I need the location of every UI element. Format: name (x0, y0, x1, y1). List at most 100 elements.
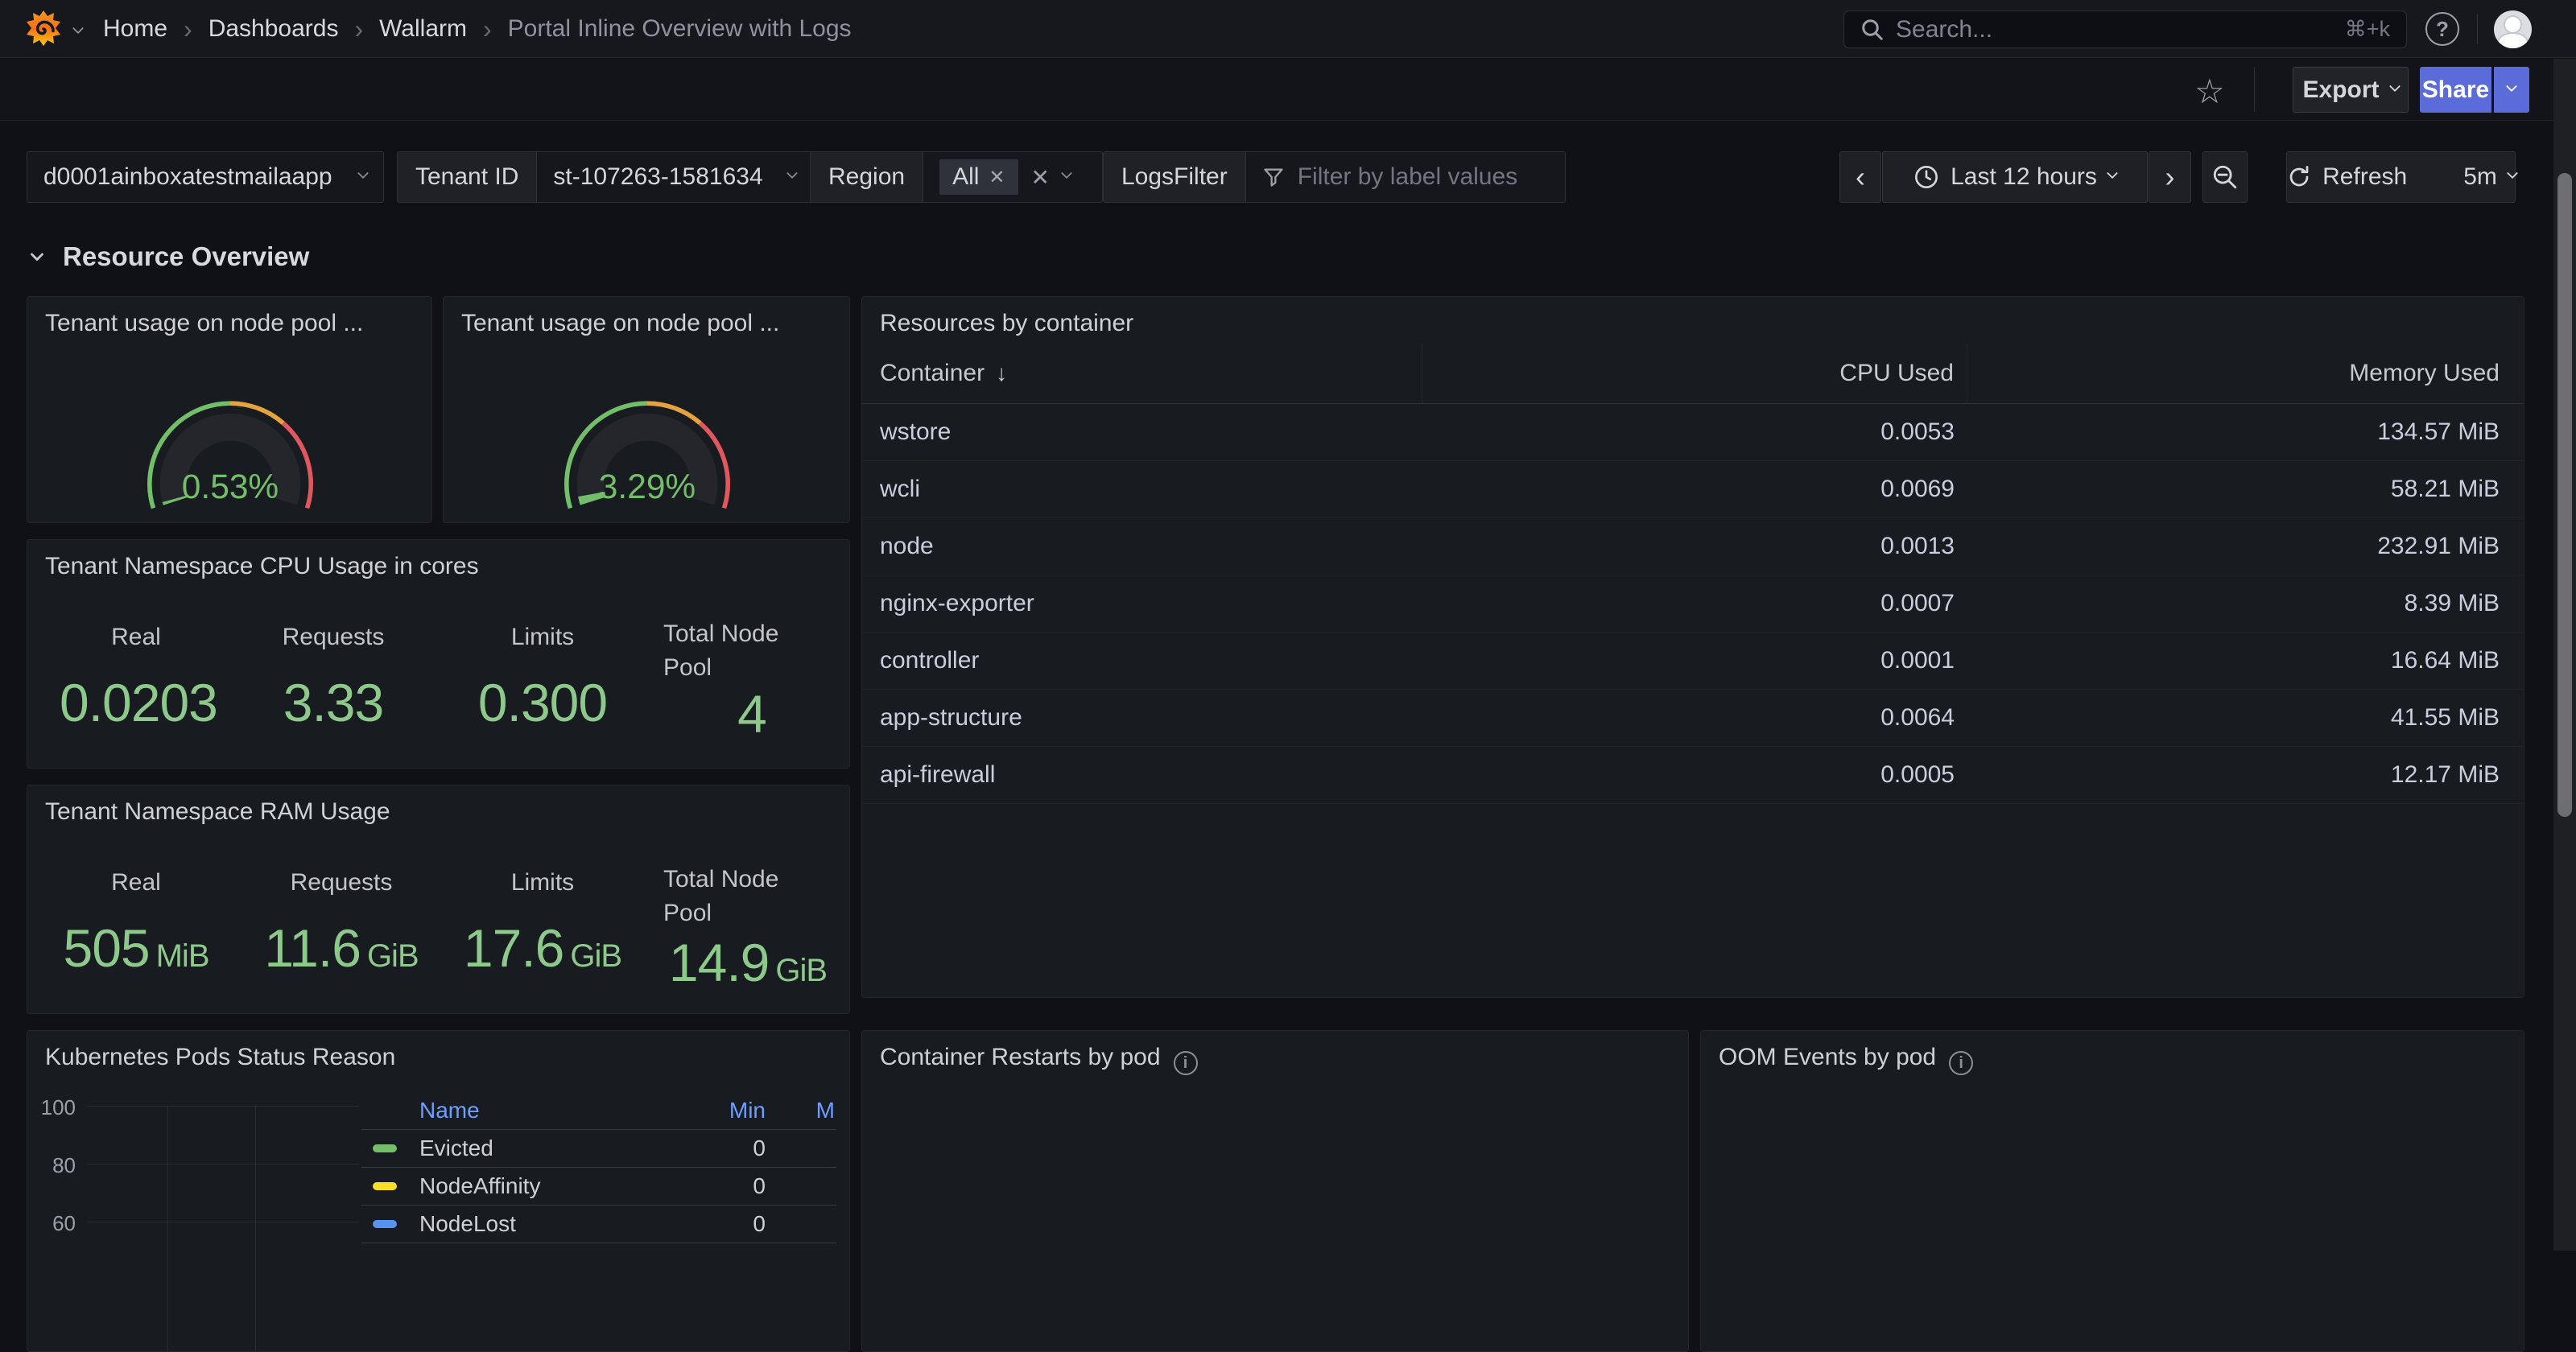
time-shift-back-button[interactable]: ‹ (1839, 151, 1881, 203)
help-icon[interactable]: ? (2425, 12, 2459, 46)
time-range-label: Last 12 hours (1951, 163, 2097, 191)
section-resource-overview[interactable]: Resource Overview (32, 241, 309, 272)
clock-icon (1913, 164, 1939, 190)
section-title: Resource Overview (63, 241, 309, 272)
search-icon (1860, 18, 1885, 42)
logs-filter-field[interactable] (1245, 151, 1566, 203)
time-range-picker[interactable]: Last 12 hours (1882, 151, 2148, 203)
time-shift-forward-button[interactable]: › (2149, 151, 2191, 203)
panel-title[interactable]: Container Restarts by podi (880, 1044, 1198, 1075)
panel-gauge-node-pool-2[interactable]: Tenant usage on node pool ... 3.29% (443, 296, 850, 523)
table-row[interactable]: wstore0.0053134.57 MiB (862, 404, 2524, 461)
region-dropdown[interactable]: All ✕ ✕ (923, 151, 1103, 203)
panel-cpu-usage[interactable]: Tenant Namespace CPU Usage in cores Real… (27, 539, 850, 769)
table-row[interactable]: controller0.000116.64 MiB (862, 633, 2524, 690)
collapse-chevron-icon (31, 248, 44, 262)
panel-title[interactable]: Tenant usage on node pool ... (45, 310, 363, 337)
gridline (167, 1106, 168, 1351)
breadcrumb-home[interactable]: Home (103, 15, 167, 43)
legend-header-name[interactable]: Name (361, 1098, 701, 1123)
breadcrumb: Home › Dashboards › Wallarm › Portal Inl… (103, 0, 852, 58)
legend-header-row: Name Min M (361, 1092, 836, 1130)
legend-header-min[interactable]: Min (701, 1098, 766, 1123)
breadcrumb-dashboards[interactable]: Dashboards (208, 15, 339, 43)
chart-legend-table: Name Min M Evicted 0 NodeAffinity 0 Node… (361, 1092, 836, 1243)
stat-requests: Requests 3.33 (253, 624, 414, 733)
favorite-star-icon[interactable]: ☆ (2194, 72, 2225, 111)
refresh-button-group: Refresh 5m (2286, 151, 2516, 203)
breadcrumb-separator: › (354, 14, 363, 44)
stat-limits: Limits 17.6GiB (446, 869, 639, 979)
tenant-id-dropdown[interactable]: st-107263-1581634 (536, 151, 813, 203)
region-chip-all[interactable]: All ✕ (939, 159, 1018, 195)
app-variable-dropdown[interactable]: d0001ainboxatestmailaapp (27, 151, 384, 203)
table-row[interactable]: app-structure0.006441.55 MiB (862, 690, 2524, 747)
column-header-container[interactable]: Container↓ (862, 344, 1422, 403)
gridline (255, 1106, 256, 1351)
avatar-torso (2499, 34, 2527, 48)
user-avatar[interactable] (2494, 10, 2532, 48)
series-swatch (373, 1220, 397, 1228)
panel-gauge-node-pool-1[interactable]: Tenant usage on node pool ... 0.53% (27, 296, 432, 523)
stat-limits: Limits 0.300 (454, 624, 631, 733)
table-header-row: Container↓ CPU Used Memory Used (862, 344, 2524, 404)
chevron-down-icon (2388, 80, 2400, 92)
logs-filter-input[interactable] (1298, 163, 1539, 191)
panel-title[interactable]: Tenant Namespace RAM Usage (45, 798, 390, 826)
toolbar-divider (2254, 67, 2255, 112)
nav-divider (2477, 14, 2478, 44)
panel-ram-usage[interactable]: Tenant Namespace RAM Usage Real 505MiB R… (27, 785, 850, 1014)
resources-table: Container↓ CPU Used Memory Used wstore0.… (862, 344, 2524, 804)
column-header-cpu[interactable]: CPU Used (1422, 344, 1967, 403)
panel-resources-by-container[interactable]: Resources by container Container↓ CPU Us… (861, 296, 2524, 998)
breadcrumb-folder[interactable]: Wallarm (379, 15, 467, 43)
panel-oom-events[interactable]: OOM Events by podi (1700, 1030, 2524, 1352)
filter-funnel-icon (1262, 166, 1285, 188)
share-button[interactable]: Share (2420, 67, 2491, 113)
search-input[interactable] (1896, 16, 2334, 43)
help-glyph: ? (2436, 17, 2449, 42)
gauge-value: 0.53% (182, 468, 279, 505)
grafana-logo-icon[interactable] (24, 10, 63, 48)
breadcrumb-separator: › (184, 14, 192, 44)
table-row[interactable]: wcli0.006958.21 MiB (862, 461, 2524, 518)
panel-title[interactable]: Resources by container (880, 310, 1133, 337)
chevron-down-icon (786, 167, 798, 179)
tenant-id-value: st-107263-1581634 (553, 163, 762, 191)
panel-title[interactable]: Kubernetes Pods Status Reason (45, 1044, 395, 1071)
gauge-chart: 0.53% (27, 342, 433, 524)
region-label: Region (810, 151, 923, 203)
gauge-fill (175, 499, 176, 501)
legend-row[interactable]: NodeLost 0 (361, 1206, 836, 1243)
panel-container-restarts[interactable]: Container Restarts by podi (861, 1030, 1689, 1352)
y-axis-tick: 60 (31, 1211, 76, 1236)
time-zoom-out-button[interactable] (2202, 151, 2248, 203)
panel-pods-status-reason[interactable]: Kubernetes Pods Status Reason 100 80 60 … (27, 1030, 850, 1352)
legend-header-max[interactable]: M (766, 1098, 836, 1123)
scrollbar-thumb[interactable] (2557, 173, 2572, 817)
legend-row[interactable]: Evicted 0 (361, 1130, 836, 1168)
stat-total-node-pool-label: Total Node Pool (663, 863, 800, 930)
column-header-memory[interactable]: Memory Used (1967, 360, 2524, 387)
refresh-button[interactable]: Refresh (2269, 152, 2425, 202)
table-row[interactable]: node0.0013232.91 MiB (862, 518, 2524, 575)
panel-title[interactable]: OOM Events by podi (1719, 1044, 1973, 1075)
global-search-box[interactable]: ⌘+k (1843, 10, 2407, 48)
table-row[interactable]: api-firewall0.000512.17 MiB (862, 747, 2524, 804)
chip-remove-icon[interactable]: ✕ (989, 166, 1005, 189)
export-button[interactable]: Export (2293, 67, 2409, 113)
tenant-id-variable: Tenant ID st-107263-1581634 (397, 151, 813, 203)
info-icon[interactable]: i (1174, 1051, 1198, 1075)
legend-row[interactable]: NodeAffinity 0 (361, 1168, 836, 1206)
breadcrumb-separator: › (483, 14, 492, 44)
dashboard-toolbar: ☆ Export Share (0, 59, 2576, 121)
refresh-interval-dropdown[interactable]: 5m (2447, 152, 2533, 202)
share-menu-caret-button[interactable] (2494, 67, 2529, 113)
panel-title[interactable]: Tenant usage on node pool ... (461, 310, 779, 337)
info-icon[interactable]: i (1949, 1051, 1973, 1075)
panel-title[interactable]: Tenant Namespace CPU Usage in cores (45, 553, 479, 580)
org-switcher-chevron-icon[interactable] (74, 24, 82, 39)
clear-selection-icon[interactable]: ✕ (1031, 164, 1050, 191)
table-row[interactable]: nginx-exporter0.00078.39 MiB (862, 575, 2524, 633)
zoom-out-icon (2211, 163, 2239, 191)
